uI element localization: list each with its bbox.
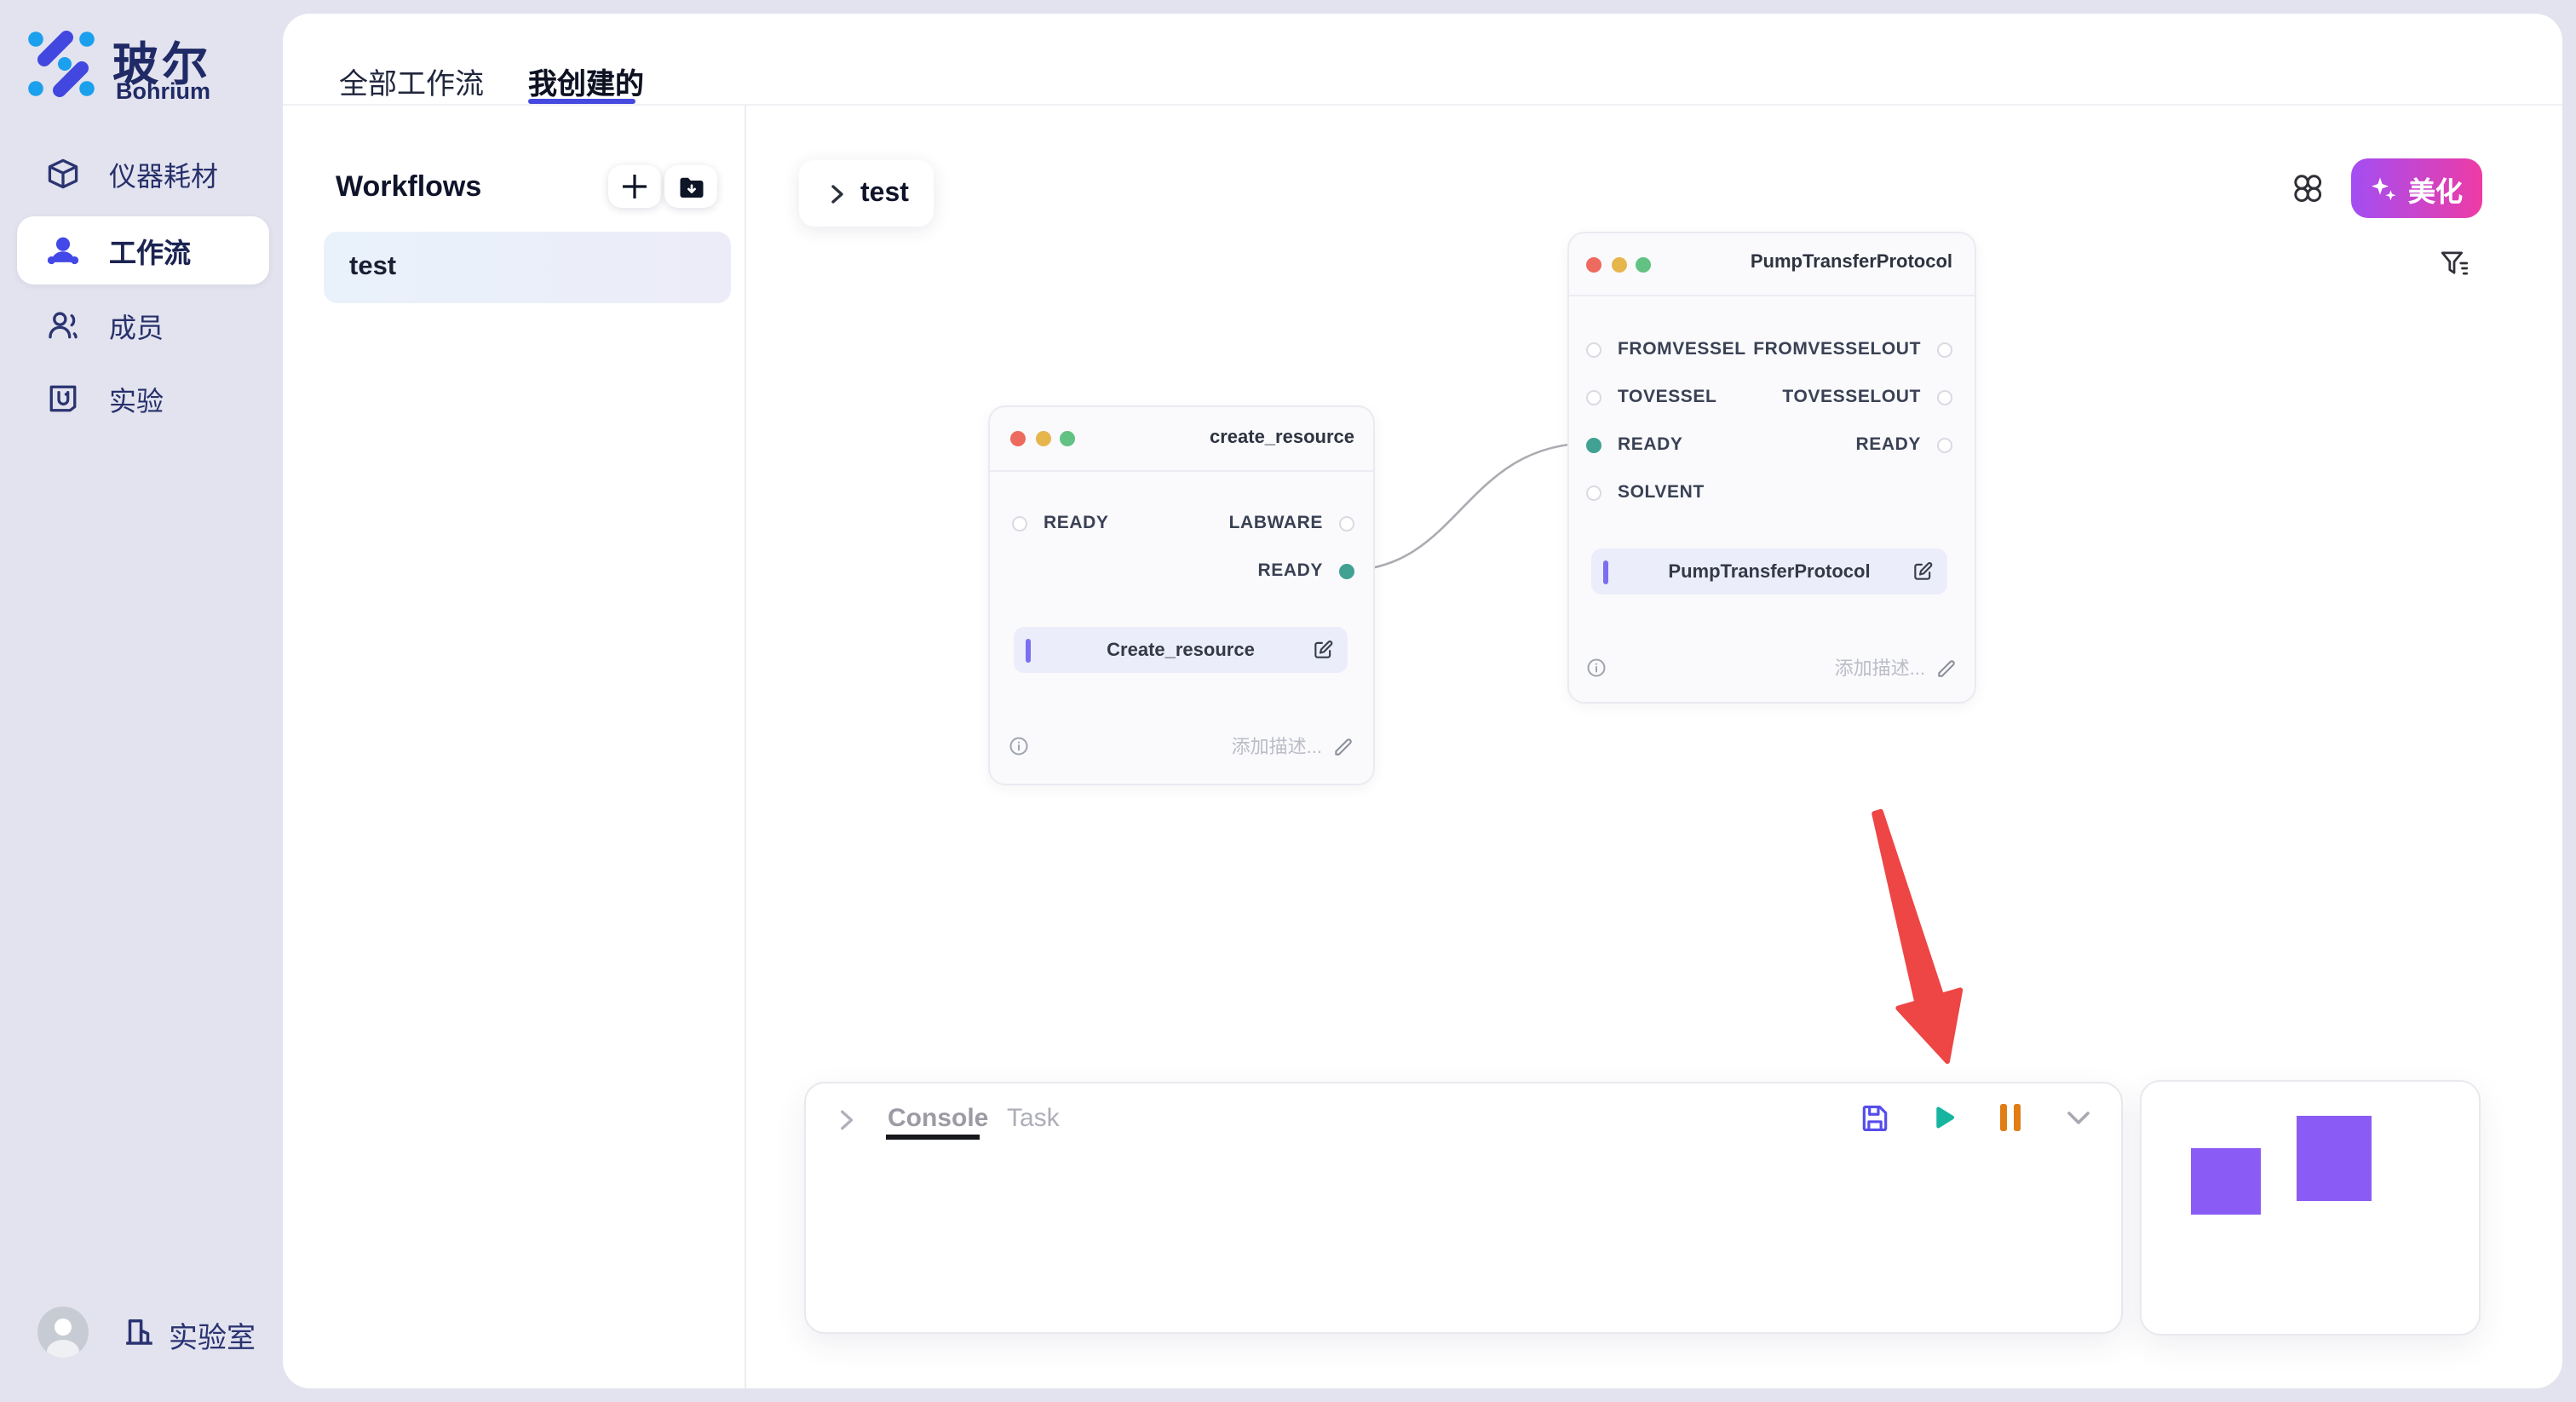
traffic-dot-green [1636, 256, 1651, 272]
port-circle[interactable] [1937, 437, 1952, 452]
apps-clover-icon [2289, 170, 2325, 205]
node-footer: 添加描述... [1569, 652, 1975, 683]
port-output-labware[interactable]: LABWARE [1229, 513, 1354, 533]
pill-label: PumpTransferProtocol [1591, 561, 1947, 582]
port-circle[interactable] [1937, 342, 1952, 357]
node-title: PumpTransferProtocol [1751, 252, 1952, 273]
pause-icon [1998, 1102, 2022, 1133]
console-tab[interactable]: Console [888, 1104, 988, 1133]
traffic-dot-yellow [1035, 431, 1050, 446]
filter-button[interactable] [2436, 245, 2470, 279]
filter-icon [2437, 246, 2470, 279]
port-output-fromvesselout[interactable]: FROMVESSELOUT [1753, 339, 1952, 359]
task-tab[interactable]: Task [1007, 1104, 1060, 1133]
port-circle-connected[interactable] [1339, 563, 1354, 578]
edit-icon[interactable] [1912, 560, 1934, 583]
port-circle[interactable] [1937, 389, 1952, 405]
port-input-ready[interactable]: READY [1586, 434, 1683, 455]
port-circle[interactable] [1586, 342, 1601, 357]
info-icon[interactable] [1586, 658, 1607, 678]
annotation-arrow [1874, 812, 1960, 1061]
run-button[interactable] [1923, 1099, 1961, 1136]
node-create-resource[interactable]: create_resource READY LABWARE READY Crea… [988, 405, 1375, 785]
collapse-chevron-right-icon[interactable] [826, 1100, 864, 1138]
pill-accent-bar [1603, 560, 1607, 583]
pill-label: Create_resource [1014, 640, 1348, 660]
port-input-tovessel[interactable]: TOVESSEL [1586, 387, 1716, 407]
traffic-dot-red [1010, 431, 1026, 446]
port-input-ready[interactable]: READY [1012, 513, 1109, 533]
pencil-icon[interactable] [1332, 735, 1354, 757]
traffic-dot-yellow [1611, 256, 1626, 272]
port-output-ready[interactable]: READY [1257, 560, 1354, 581]
sparkles-icon [2371, 175, 2398, 202]
beautify-button[interactable]: 美化 [2351, 158, 2482, 218]
port-circle[interactable] [1586, 485, 1601, 500]
description-placeholder[interactable]: 添加描述... [1232, 733, 1322, 760]
port-circle[interactable] [1339, 515, 1354, 531]
minimap[interactable] [2140, 1080, 2481, 1336]
port-output-tovesselout[interactable]: TOVESSELOUT [1782, 387, 1952, 407]
node-action-pill[interactable]: PumpTransferProtocol [1591, 549, 1947, 595]
edge-ready-to-ready [1344, 443, 1593, 571]
node-action-pill[interactable]: Create_resource [1014, 627, 1348, 673]
minimap-node-pump-transfer [2297, 1116, 2372, 1201]
description-placeholder[interactable]: 添加描述... [1835, 654, 1925, 681]
minimap-node-create-resource [2191, 1148, 2261, 1215]
info-icon[interactable] [1009, 736, 1029, 756]
collapse-chevron-down-icon[interactable] [2060, 1099, 2097, 1136]
console-tab-underline [886, 1135, 980, 1139]
save-button[interactable] [1855, 1099, 1893, 1136]
apps-button[interactable] [2288, 169, 2326, 206]
pill-accent-bar [1026, 638, 1030, 662]
play-icon [1927, 1102, 1958, 1133]
breadcrumb-label: test [860, 178, 909, 209]
traffic-dot-green [1060, 431, 1075, 446]
pause-button[interactable] [1992, 1099, 2029, 1136]
breadcrumb[interactable]: test [799, 160, 934, 227]
beautify-label: 美化 [2408, 168, 2463, 209]
port-input-fromvessel[interactable]: FROMVESSEL [1586, 339, 1746, 359]
edit-icon[interactable] [1312, 639, 1334, 661]
pencil-icon[interactable] [1935, 657, 1958, 679]
port-input-solvent[interactable]: SOLVENT [1586, 482, 1705, 503]
node-footer: 添加描述... [990, 731, 1373, 761]
traffic-dot-red [1586, 256, 1601, 272]
save-icon [1858, 1101, 1890, 1134]
port-output-ready[interactable]: READY [1855, 434, 1952, 455]
port-circle[interactable] [1586, 389, 1601, 405]
node-pump-transfer-protocol[interactable]: PumpTransferProtocol FROMVESSEL FROMVESS… [1567, 232, 1976, 704]
node-title: create_resource [1210, 428, 1354, 448]
port-circle[interactable] [1012, 515, 1027, 531]
port-circle-connected[interactable] [1586, 437, 1601, 452]
chevron-right-icon [826, 183, 847, 204]
console-panel: Console Task [804, 1082, 2123, 1334]
